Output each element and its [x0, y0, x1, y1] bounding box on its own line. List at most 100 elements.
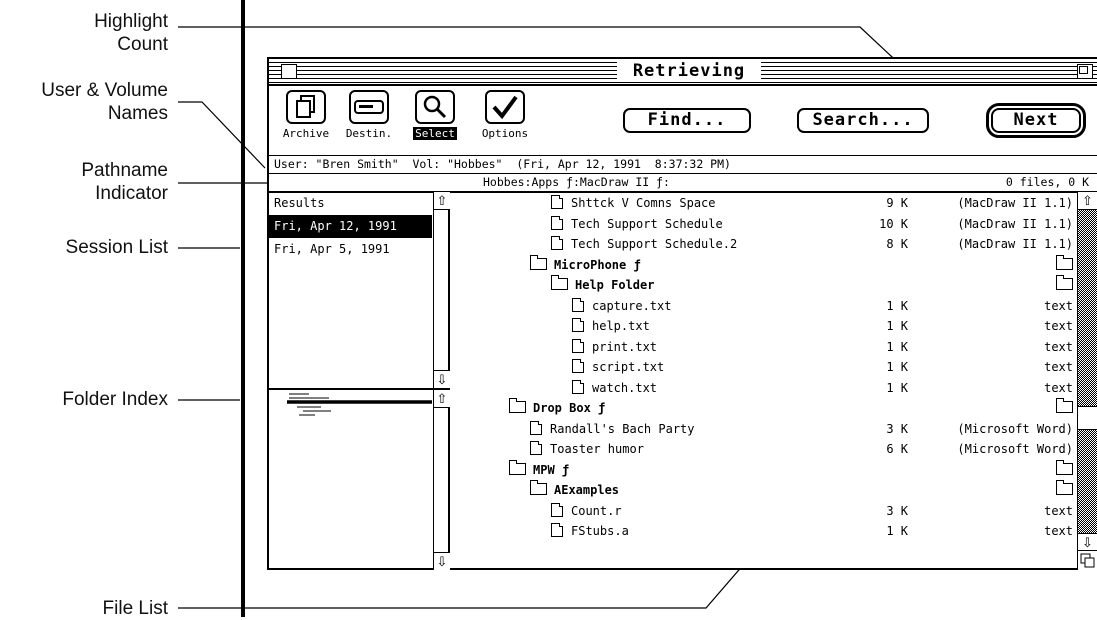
- file-row[interactable]: Shttck V Comns Space: [551, 193, 716, 213]
- file-row[interactable]: Count.r: [551, 501, 622, 521]
- scroll-up-arrow-icon[interactable]: ⇧: [434, 390, 450, 408]
- document-icon: [551, 236, 563, 250]
- folder-kind-icon: [1056, 275, 1073, 295]
- session-item[interactable]: Fri, Apr 12, 1991: [269, 215, 432, 238]
- folder-icon: [1056, 459, 1073, 475]
- file-name: Count.r: [571, 503, 622, 518]
- file-row[interactable]: Toaster humor: [530, 439, 644, 459]
- scroll-thumb[interactable]: [1078, 406, 1097, 430]
- folder-index-scrollbar[interactable]: ⇧ ⇩: [433, 390, 450, 570]
- user-volume-indicator: User: "Bren Smith" Vol: "Hobbes" (Fri, A…: [269, 156, 1097, 174]
- checkmark-icon: [485, 90, 525, 124]
- file-size: 1 K: [886, 360, 908, 374]
- folder-icon: [530, 254, 547, 270]
- session-item[interactable]: Fri, Apr 5, 1991: [269, 238, 432, 261]
- window-title: Retrieving: [617, 60, 761, 82]
- archive-icon: [286, 90, 326, 124]
- file-kind: (Microsoft Word): [957, 442, 1073, 456]
- file-kind: text: [1044, 339, 1073, 354]
- annotation-user-volume-names: User & Volume Names: [41, 80, 168, 124]
- session-scrollbar[interactable]: ⇧ ⇩: [433, 192, 450, 388]
- file-kind: text: [1044, 380, 1073, 395]
- session-list-items: Results Fri, Apr 12, 1991 Fri, Apr 5, 19…: [269, 192, 432, 388]
- file-size: 9 K: [886, 196, 908, 210]
- file-row[interactable]: watch.txt: [572, 378, 657, 398]
- file-name: Tech Support Schedule: [571, 216, 723, 231]
- folder-row[interactable]: MPW ƒ: [509, 459, 570, 480]
- file-name: AExamples: [554, 483, 620, 497]
- document-icon: [551, 502, 563, 517]
- folder-kind-icon: [1056, 480, 1073, 500]
- document-icon: [572, 318, 584, 332]
- file-name: Shttck V Comns Space: [571, 196, 716, 210]
- tool-destination-label: Destin.: [345, 127, 393, 140]
- file-name: Tech Support Schedule.2: [571, 237, 738, 251]
- annotation-highlight-count: Highlight Count: [94, 11, 168, 55]
- file-list-scrollbar[interactable]: ⇧ ⇩: [1077, 192, 1097, 570]
- destination-icon: [349, 90, 389, 124]
- file-name: script.txt: [592, 360, 665, 374]
- document-icon: [530, 441, 542, 455]
- folder-kind-icon: [1056, 459, 1073, 480]
- file-kind: (Microsoft Word): [957, 421, 1073, 436]
- folder-index: ⇧ ⇩: [269, 390, 450, 570]
- document-icon: [551, 523, 563, 537]
- file-kind: (MacDraw II 1.1): [957, 216, 1073, 231]
- file-row[interactable]: Randall's Bach Party: [530, 419, 695, 439]
- file-size: 1 K: [886, 319, 908, 333]
- annotation-folder-index: Folder Index: [62, 389, 168, 410]
- file-name: MicroPhone ƒ: [554, 257, 641, 272]
- search-button[interactable]: Search...: [797, 108, 929, 133]
- document-icon: [572, 359, 584, 373]
- annotation-session-list: Session List: [65, 237, 168, 258]
- magnifier-icon: [415, 90, 455, 124]
- pathname-row: Hobbes:Apps ƒ:MacDraw II ƒ: 0 files, 0 K: [269, 174, 1097, 193]
- divider-bar: [241, 0, 245, 617]
- file-row[interactable]: help.txt: [572, 316, 650, 336]
- annotation-pathname-indicator: Pathname Indicator: [81, 160, 168, 204]
- file-kind: text: [1044, 298, 1073, 313]
- tool-destination[interactable]: Destin.: [340, 90, 398, 142]
- file-size: 8 K: [886, 237, 908, 251]
- scroll-down-arrow-icon[interactable]: ⇩: [434, 370, 450, 388]
- file-row[interactable]: capture.txt: [572, 296, 671, 316]
- leader-user-volume: [178, 101, 266, 169]
- folder-row[interactable]: Help Folder: [551, 275, 654, 295]
- folder-icon: [509, 398, 526, 413]
- tool-options-label: Options: [481, 127, 529, 140]
- file-size: 10 K: [879, 216, 908, 231]
- folder-row[interactable]: AExamples: [530, 480, 619, 500]
- file-size: 1 K: [886, 298, 908, 313]
- scroll-up-arrow-icon[interactable]: ⇧: [1078, 192, 1097, 210]
- folder-row[interactable]: Drop Box ƒ: [509, 398, 605, 418]
- document-icon: [551, 215, 563, 230]
- title-bar[interactable]: Retrieving: [269, 59, 1097, 86]
- file-row[interactable]: Tech Support Schedule: [551, 214, 723, 234]
- scroll-up-arrow-icon[interactable]: ⇧: [434, 192, 450, 210]
- session-list: Results Fri, Apr 12, 1991 Fri, Apr 5, 19…: [269, 192, 450, 390]
- next-button[interactable]: Next: [986, 103, 1086, 138]
- file-size: 6 K: [886, 442, 908, 456]
- grow-box-icon[interactable]: [1078, 550, 1097, 570]
- close-box[interactable]: [281, 64, 297, 79]
- file-row[interactable]: FStubs.a: [551, 521, 629, 541]
- tool-archive[interactable]: Archive: [277, 90, 335, 142]
- scroll-down-arrow-icon[interactable]: ⇩: [1078, 533, 1097, 551]
- file-kind: (MacDraw II 1.1): [957, 196, 1073, 210]
- folder-row[interactable]: MicroPhone ƒ: [530, 254, 641, 275]
- document-icon: [551, 195, 563, 209]
- file-row[interactable]: print.txt: [572, 337, 657, 357]
- folder-index-map[interactable]: [269, 390, 432, 570]
- file-name: Help Folder: [575, 278, 655, 292]
- find-button[interactable]: Find...: [623, 108, 751, 133]
- file-name: print.txt: [592, 339, 658, 354]
- scroll-down-arrow-icon[interactable]: ⇩: [434, 552, 450, 570]
- folder-kind-icon: [1056, 398, 1073, 418]
- tool-select[interactable]: Select: [406, 90, 464, 142]
- file-row[interactable]: script.txt: [572, 357, 664, 377]
- file-row[interactable]: Tech Support Schedule.2: [551, 234, 737, 254]
- zoom-box[interactable]: [1077, 64, 1093, 79]
- highlight-count: 0 files, 0 K: [1005, 175, 1089, 189]
- tool-options[interactable]: Options: [476, 90, 534, 142]
- file-name: MPW ƒ: [533, 462, 570, 477]
